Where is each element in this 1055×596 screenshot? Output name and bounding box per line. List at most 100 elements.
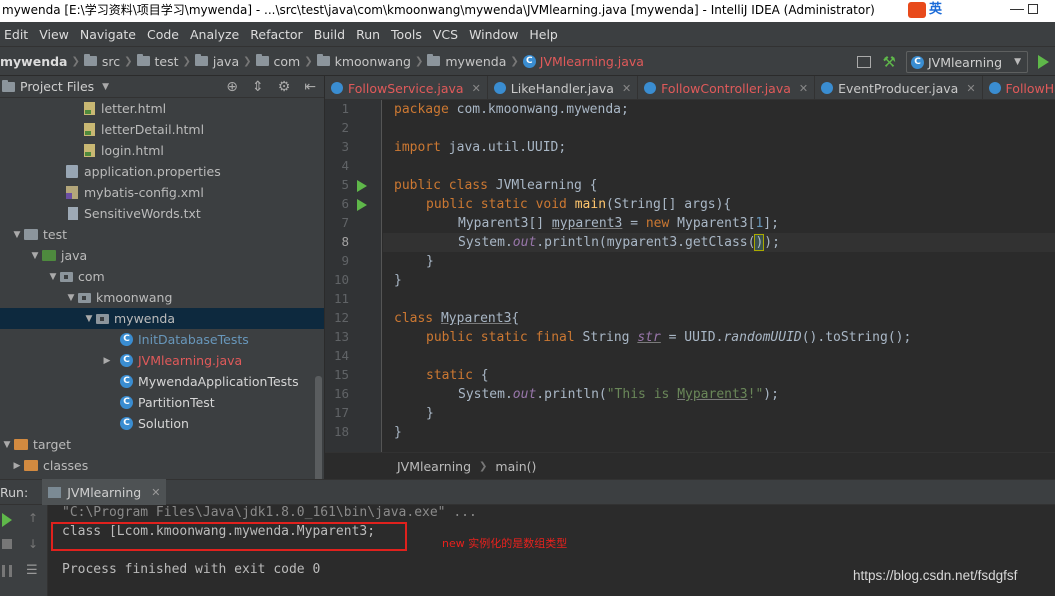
- expand-arrow-icon[interactable]: ▼: [64, 293, 78, 303]
- chevron-down-icon[interactable]: ▼: [102, 82, 109, 92]
- folder-icon: [316, 54, 330, 66]
- run-method-icon[interactable]: [357, 199, 367, 211]
- minimize-icon[interactable]: [1010, 2, 1024, 10]
- crumb-mywenda[interactable]: mywenda ❯: [427, 54, 519, 69]
- crumb-com[interactable]: com ❯: [255, 54, 313, 69]
- hide-panel-icon[interactable]: ⇤: [304, 79, 316, 95]
- run-class-icon[interactable]: [357, 180, 367, 192]
- keyword: new: [645, 216, 670, 231]
- code-token: }: [426, 406, 434, 421]
- tab-follow-handler[interactable]: FollowHa: [983, 76, 1055, 99]
- scrollbar[interactable]: [315, 376, 322, 479]
- menu-tools[interactable]: Tools: [391, 27, 422, 42]
- gear-icon[interactable]: ⚙: [278, 79, 291, 95]
- code-editor[interactable]: 1 2 3 4 5 6 7 8 9 10 11 12 13 14 15 16 1…: [325, 100, 1055, 452]
- run-icon[interactable]: [1038, 55, 1049, 69]
- close-icon[interactable]: ✕: [622, 82, 631, 95]
- editor-crumb-class[interactable]: JVMlearning: [397, 459, 471, 474]
- rerun-icon[interactable]: [2, 513, 12, 527]
- menu-run[interactable]: Run: [356, 27, 380, 42]
- soft-wrap-icon[interactable]: ☰: [26, 563, 38, 578]
- folder-icon: [194, 54, 208, 66]
- menu-vcs[interactable]: VCS: [433, 27, 458, 42]
- line-number: 5: [341, 177, 349, 192]
- close-icon[interactable]: ✕: [799, 82, 808, 95]
- class-icon: C: [120, 417, 133, 430]
- build-hammer-icon[interactable]: ⚒: [883, 53, 896, 71]
- menu-navigate[interactable]: Navigate: [80, 27, 136, 42]
- tree-item[interactable]: ▶ C JVMlearning.java: [0, 350, 324, 371]
- editor-tab-bar: FollowService.java ✕ LikeHandler.java ✕ Fo…: [325, 76, 1055, 100]
- tree-item[interactable]: mybatis-config.xml: [0, 182, 324, 203]
- menu-window[interactable]: Window: [469, 27, 518, 42]
- stop-icon[interactable]: [2, 539, 12, 549]
- tree-item[interactable]: ▶ classes: [0, 455, 324, 476]
- code-token: com.kmoonwang.mywenda;: [448, 102, 629, 117]
- code-token: =: [622, 216, 646, 231]
- ime-toolbar[interactable]: 英: [908, 0, 1000, 20]
- crumb-project[interactable]: mywenda ❯: [0, 54, 80, 69]
- collapsed-arrow-icon[interactable]: ▶: [100, 356, 114, 366]
- crumb-test[interactable]: test ❯: [136, 54, 191, 69]
- arrow-down-icon[interactable]: ↓: [28, 537, 38, 551]
- menu-help[interactable]: Help: [529, 27, 558, 42]
- menu-view[interactable]: View: [39, 27, 69, 42]
- tree-item[interactable]: login.html: [0, 140, 324, 161]
- tree-item-selected[interactable]: ▼ mywenda: [0, 308, 324, 329]
- tab-follow-controller[interactable]: FollowController.java ✕: [638, 76, 816, 99]
- line-number: 10: [333, 272, 349, 287]
- tree-item[interactable]: ▼ target: [0, 434, 324, 455]
- menu-code[interactable]: Code: [147, 27, 179, 42]
- tree-item[interactable]: C InitDatabaseTests: [0, 329, 324, 350]
- collapsed-arrow-icon[interactable]: ▶: [10, 461, 24, 471]
- tree-item[interactable]: C PartitionTest: [0, 392, 324, 413]
- collapse-all-icon[interactable]: ⇕: [252, 79, 264, 95]
- tab-event-producer[interactable]: EventProducer.java ✕: [815, 76, 983, 99]
- run-configuration-select[interactable]: C JVMlearning ▼: [906, 51, 1028, 73]
- tree-item[interactable]: ▼ test: [0, 224, 324, 245]
- crumb-kmoonwang[interactable]: kmoonwang ❯: [316, 54, 423, 69]
- tree-item[interactable]: C Solution: [0, 413, 324, 434]
- editor-crumb-method[interactable]: main(): [495, 459, 536, 474]
- expand-arrow-icon[interactable]: ▼: [10, 230, 24, 240]
- keyword: package: [394, 102, 449, 117]
- tree-item[interactable]: ▼ java: [0, 245, 324, 266]
- close-icon[interactable]: ✕: [966, 82, 975, 95]
- tree-item[interactable]: letterDetail.html: [0, 119, 324, 140]
- locate-file-icon[interactable]: ⊕: [226, 79, 238, 95]
- code-token: }: [394, 273, 402, 288]
- layout-icon[interactable]: [856, 56, 871, 68]
- tab-follow-service[interactable]: FollowService.java ✕: [325, 76, 488, 99]
- tab-like-handler[interactable]: LikeHandler.java ✕: [488, 76, 639, 99]
- tree-item[interactable]: ▼ kmoonwang: [0, 287, 324, 308]
- tree-item[interactable]: SensitiveWords.txt: [0, 203, 324, 224]
- maximize-icon[interactable]: [1028, 4, 1038, 14]
- tree-item[interactable]: letter.html: [0, 98, 324, 119]
- expand-arrow-icon[interactable]: ▼: [0, 440, 14, 450]
- crumb-java[interactable]: java ❯: [194, 54, 252, 69]
- tree-item-label: mybatis-config.xml: [84, 185, 204, 200]
- tree-item[interactable]: application.properties: [0, 161, 324, 182]
- menu-edit[interactable]: Edit: [4, 27, 28, 42]
- close-icon[interactable]: ✕: [472, 82, 481, 95]
- crumb-src[interactable]: src ❯: [83, 54, 133, 69]
- tree-item[interactable]: ▼ com: [0, 266, 324, 287]
- expand-arrow-icon[interactable]: ▼: [28, 251, 42, 261]
- expand-arrow-icon[interactable]: ▼: [46, 272, 60, 282]
- pause-icon[interactable]: [2, 565, 12, 577]
- run-tab[interactable]: JVMlearning ✕: [42, 479, 167, 505]
- tree-item[interactable]: C MywendaApplicationTests: [0, 371, 324, 392]
- crumb-file[interactable]: C JVMlearning.java: [522, 54, 644, 69]
- close-icon[interactable]: ✕: [151, 486, 160, 499]
- menu-refactor[interactable]: Refactor: [250, 27, 302, 42]
- code-token: System.: [458, 387, 513, 402]
- menu-build[interactable]: Build: [314, 27, 345, 42]
- project-view-select[interactable]: Project Files: [20, 79, 94, 94]
- console-line: Process finished with exit code 0: [62, 562, 321, 577]
- chevron-right-icon: ❯: [243, 55, 252, 67]
- arrow-up-icon[interactable]: ↑: [28, 511, 38, 525]
- class-icon: [821, 82, 834, 94]
- expand-arrow-icon[interactable]: ▼: [82, 314, 96, 324]
- menu-analyze[interactable]: Analyze: [190, 27, 239, 42]
- tree-item-label: java: [61, 248, 88, 263]
